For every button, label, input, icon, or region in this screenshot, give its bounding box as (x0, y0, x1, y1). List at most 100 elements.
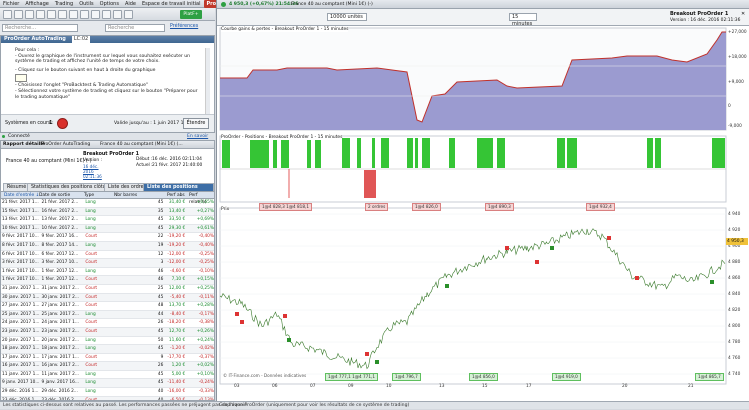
settings-icon[interactable] (102, 10, 111, 19)
table-row[interactable]: 29 déc. 2016 1... 29 déc. 2016 2... Long 40… (1, 387, 214, 397)
table-row[interactable]: 31 janv. 2017 1... 31 janv. 2017 2... Cour… (1, 284, 214, 294)
table-row[interactable]: 3 févr. 2017 10... 3 févr. 2017 10... Cour… (1, 258, 214, 268)
table-row[interactable]: 13 févr. 2017 1... 13 févr. 2017 2... Long… (1, 215, 214, 225)
print-icon[interactable] (124, 10, 133, 19)
date-axis-label: 10 (386, 384, 392, 389)
chart-window: 4 950,3 (+0,67%) 21:54:36 France 40 au c… (216, 0, 749, 401)
table-row[interactable]: 6 févr. 2017 10... 6 févr. 2017 12... Cour… (1, 250, 214, 260)
tab-instrument[interactable]: France 40 au comptant (Mini 1€) (... (100, 141, 183, 149)
order-tag[interactable]: 1@4 826,0 (412, 203, 441, 211)
live-button[interactable]: PlatF+ (180, 10, 202, 19)
table-row[interactable]: 9 janv. 2017 10... 9 janv. 2017 16... Long… (1, 378, 214, 389)
long-position-bar (647, 138, 653, 168)
systems-label: Systèmes en cours : (5, 121, 54, 126)
menu-options[interactable]: Options (97, 0, 122, 8)
table-row[interactable]: 9 févr. 2017 10... 9 févr. 2017 16... Cour… (1, 232, 214, 242)
table-cell: +0,69% (186, 215, 214, 225)
order-tag[interactable]: 1@4 890,3 (485, 203, 514, 211)
timeframe-select[interactable]: 15 minutes (509, 13, 537, 27)
table-cell: 27 janv. 2017 1... (1, 301, 41, 311)
layout-icon[interactable] (91, 10, 100, 19)
table-cell: 9 févr. 2017 10... (1, 232, 41, 242)
menu-workspace[interactable]: Espace de travail initial (139, 0, 203, 8)
order-tag[interactable]: 1@4 796,7 (392, 373, 421, 381)
symbol-field[interactable]: LC:02 (71, 36, 91, 43)
table-row[interactable]: 30 janv. 2017 1... 30 janv. 2017 2... Cour… (1, 293, 214, 303)
col-exit-date[interactable]: Date de sortie (39, 192, 70, 199)
instructions-scrollbar[interactable] (205, 48, 210, 116)
price-axis-label: 4 880 (728, 260, 741, 265)
order-tag[interactable]: 1@4 777,1 1@4 771,1 (325, 373, 379, 381)
menu-outils[interactable]: Outils (76, 0, 96, 8)
order-tag[interactable]: 1@4 919,0 (552, 373, 581, 381)
chart-icon[interactable] (14, 10, 23, 19)
menu-fichier[interactable]: Fichier (0, 0, 22, 8)
table-row[interactable]: 11 janv. 2017 1... 11 janv. 2017 2... Long… (1, 370, 214, 380)
chart-toolbar: 10000 unités 15 minutes Breakout ProOrde… (217, 9, 749, 27)
table-cell: 6 févr. 2017 10... (1, 250, 41, 260)
version-link[interactable]: 16 déc. 2016 02:11:36 (83, 164, 107, 179)
table-cell: 11 janv. 2017 2... (40, 370, 85, 380)
stop-icon[interactable] (57, 118, 68, 129)
table-cell: 16 janv. 2017 2... (40, 361, 85, 371)
table-row[interactable]: 20 janv. 2017 1... 20 janv. 2017 2... Long… (1, 336, 214, 346)
table-row[interactable]: 23 janv. 2017 1... 23 janv. 2017 2... Cour… (1, 327, 214, 337)
close-icon[interactable]: ✕ (741, 11, 745, 17)
order-tag[interactable]: 1@4 865,7 (695, 373, 724, 381)
col-entry-date[interactable]: Date d'entrée ↓ (4, 192, 39, 199)
table-row[interactable]: 25 janv. 2017 1... 25 janv. 2017 2... Long… (1, 310, 214, 320)
table-row[interactable]: 1 févr. 2017 10... 1 févr. 2017 12... Long… (1, 267, 214, 277)
table-row[interactable]: 10 févr. 2017 1... 10 févr. 2017 2... Long… (1, 224, 214, 234)
price-axis-label: 4 940 (728, 212, 741, 217)
col-perf-abs[interactable]: Perf abs (167, 192, 185, 199)
order-tag[interactable]: 1@4 828,3 1@4 818,1 (259, 203, 313, 211)
price-axis-label: 4 760 (728, 356, 741, 361)
table-cell: -12,00 € (164, 258, 187, 268)
tab-report[interactable]: Rapport détaillé (3, 141, 45, 149)
table-row[interactable]: 17 janv. 2017 1... 17 janv. 2017 1... Cour… (1, 353, 214, 363)
table-row[interactable]: 15 févr. 2017 1... 16 févr. 2017 2... Long… (1, 207, 214, 217)
order-icon[interactable] (36, 10, 45, 19)
col-type[interactable]: Type (84, 192, 94, 199)
col-bars[interactable]: Nbr barres (114, 192, 137, 199)
table-row[interactable]: 8 févr. 2017 10... 8 févr. 2017 14... Long… (1, 241, 214, 251)
order-marker (445, 284, 449, 288)
extend-button[interactable]: Étendre (183, 118, 209, 129)
copyright: © IT-Finance.com - Données indicatives (223, 373, 307, 378)
help-icon[interactable] (113, 10, 122, 19)
menu-trading[interactable]: Trading (52, 0, 76, 8)
order-tag[interactable]: 2 ordres (365, 203, 389, 211)
list-icon[interactable] (25, 10, 34, 19)
order-tag[interactable]: 1@4 932,4 (586, 203, 615, 211)
symbol-search-input[interactable]: Recherche (105, 24, 165, 32)
report-subtabs: Résumé Statistiques des positions clôtur… (1, 183, 214, 198)
news-icon[interactable] (69, 10, 78, 19)
preferences-link[interactable]: Préférences (170, 24, 198, 29)
search-input[interactable]: Recherche... (2, 24, 78, 32)
table-row[interactable]: 24 janv. 2017 1... 24 janv. 2017 1... Cour… (1, 318, 214, 328)
subtab-positions[interactable]: Liste des positions clôturées (143, 183, 214, 198)
portfolio-icon[interactable] (80, 10, 89, 19)
screener-icon[interactable] (58, 10, 67, 19)
table-cell: -1,20 € (164, 344, 187, 354)
table-row[interactable]: 1 févr. 2017 10... 1 févr. 2017 12... Cour… (1, 275, 214, 285)
units-select[interactable]: 10000 unités (327, 13, 367, 21)
order-tag[interactable]: 1@4 856,0 (469, 373, 498, 381)
alert-icon[interactable] (47, 10, 56, 19)
table-row[interactable]: 16 janv. 2017 1... 16 janv. 2017 2... Cour… (1, 361, 214, 371)
new-icon[interactable] (3, 10, 12, 19)
table-row[interactable]: 18 janv. 2017 1... 18 janv. 2017 2... Long… (1, 344, 214, 354)
table-cell: 12,00 € (164, 284, 187, 294)
table-row[interactable]: 21 févr. 2017 1... 21 févr. 2017 2... Long… (1, 199, 214, 208)
table-cell: 20 janv. 2017 2... (40, 336, 85, 346)
prepare-icon[interactable] (15, 74, 27, 83)
table-cell: -0,25% (186, 258, 214, 268)
table-row[interactable]: 27 janv. 2017 1... 27 janv. 2017 2... Cour… (1, 301, 214, 311)
table-cell: 29 déc. 2016 2... (40, 387, 85, 397)
menu-affichage[interactable]: Affichage (22, 0, 52, 8)
menu-aide[interactable]: Aide (122, 0, 139, 8)
tab-autotrading[interactable]: ProOrder AutoTrading (41, 141, 90, 149)
start-date: 16 déc. 2016 02:11:04 (152, 157, 202, 162)
chart-svg[interactable] (217, 26, 749, 401)
report-strategy: Breakout ProOrder 1 (83, 152, 139, 157)
